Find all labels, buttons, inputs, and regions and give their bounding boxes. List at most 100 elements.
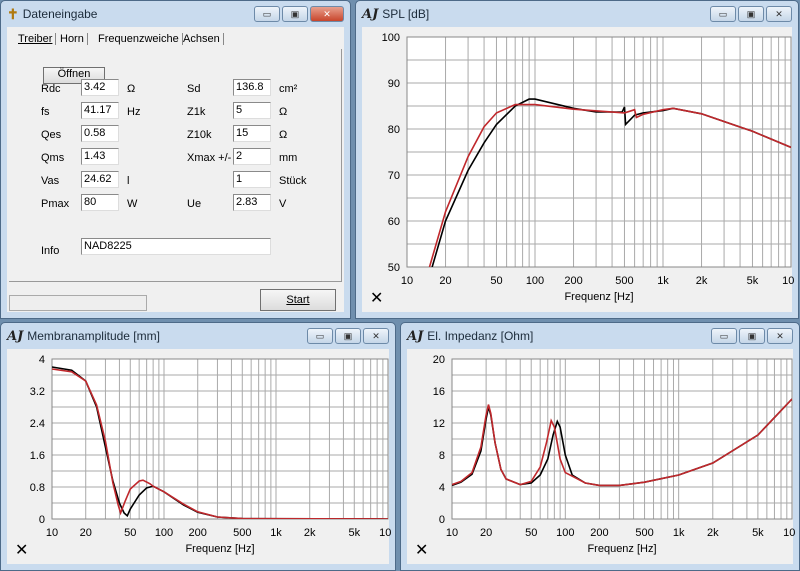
x-axis-label: Frequenz [Hz]: [564, 291, 633, 303]
field-input[interactable]: 0.58: [81, 125, 119, 142]
maximize-button[interactable]: ▣: [739, 328, 765, 344]
input-window: ✝ Dateneingabe ▭ ▣ ✕ Treiber Horn Freque…: [0, 0, 351, 319]
x-tick-label: 500: [635, 527, 653, 539]
chart-title: Membranamplitude [mm]: [27, 329, 160, 343]
x-tick-label: 2k: [696, 275, 708, 287]
field-label: Pmax: [41, 198, 70, 210]
x-tick-label: 1k: [673, 527, 685, 539]
form-body: Treiber Horn Frequenzweiche Achsen Öffne…: [7, 27, 344, 312]
membrane-window: AJ Membranamplitude [mm] ▭ ▣ ✕ 0 0.8 1.6 2.4 3.…: [0, 322, 397, 571]
field-label: Qms: [41, 152, 65, 164]
y-tick-label: 50: [388, 262, 400, 274]
x-tick-label: 10k: [379, 527, 391, 539]
x-tick-label: 5k: [348, 527, 360, 539]
minimize-button[interactable]: ▭: [307, 328, 333, 344]
chart-title: SPL [dB]: [382, 7, 430, 21]
field-input[interactable]: 136.8: [233, 79, 271, 96]
field-label: fs: [41, 106, 50, 118]
x-tick-label: 20: [480, 527, 492, 539]
minimize-button[interactable]: ▭: [254, 6, 280, 22]
x-tick-label: 10: [46, 527, 58, 539]
close-cursor-icon[interactable]: ✕: [415, 540, 428, 560]
y-tick-label: 1.6: [30, 450, 45, 462]
y-tick-label: 4: [439, 482, 445, 494]
tab-frequenzweiche[interactable]: Frequenzweiche: [95, 33, 183, 45]
x-axis-label: Frequenz [Hz]: [185, 543, 254, 555]
field-label: Qes: [41, 129, 62, 141]
y-tick-label: 3.2: [30, 386, 45, 398]
field-label: Ue: [187, 198, 202, 210]
field-label: Sd: [187, 83, 201, 95]
x-tick-label: 500: [615, 275, 633, 287]
aj-logo-icon: AJ: [362, 6, 379, 22]
x-tick-label: 100: [155, 527, 173, 539]
x-tick-label: 100: [556, 527, 574, 539]
x-tick-label: 200: [564, 275, 582, 287]
maximize-button[interactable]: ▣: [738, 6, 764, 22]
x-tick-label: 10k: [782, 275, 794, 287]
y-tick-label: 0: [439, 514, 445, 526]
x-tick-label: 10: [446, 527, 458, 539]
y-tick-label: 70: [388, 170, 400, 182]
close-button[interactable]: ✕: [363, 328, 389, 344]
close-button[interactable]: ✕: [767, 328, 793, 344]
x-tick-label: 200: [590, 527, 608, 539]
x-axis-label: Frequenz [Hz]: [587, 543, 656, 555]
field-label: Xmax +/-: [187, 152, 232, 164]
minimize-button[interactable]: ▭: [710, 6, 736, 22]
field-input[interactable]: 1.43: [81, 148, 119, 165]
impedance-window: AJ El. Impedanz [Ohm] ▭ ▣ ✕ 0 4 8 12 16 20 10 20 50…: [400, 322, 800, 571]
field-unit: l: [127, 175, 130, 187]
field-unit: Hz: [127, 106, 141, 118]
info-field[interactable]: NAD8225: [81, 238, 271, 255]
y-tick-label: 0.8: [30, 482, 45, 494]
field-unit: cm²: [279, 83, 298, 95]
field-label: Rdc: [41, 83, 61, 95]
title-bar[interactable]: AJ El. Impedanz [Ohm] ▭ ▣ ✕: [401, 323, 799, 349]
spl-window: AJ SPL [dB] ▭ ▣ ✕ 50 60 70 80 90 100 10 20 50 100 200…: [355, 0, 800, 319]
field-label: Z10k: [187, 129, 212, 141]
close-button[interactable]: ✕: [310, 6, 344, 22]
x-tick-label: 100: [526, 275, 544, 287]
spl-chart: 50 60 70 80 90 100 10 20 50 100 200 500 1k 2k 5k 10k Fre…: [382, 32, 800, 303]
maximize-button[interactable]: ▣: [335, 328, 361, 344]
close-button[interactable]: ✕: [766, 6, 792, 22]
y-tick-label: 4: [39, 354, 45, 366]
field-input[interactable]: 1: [233, 171, 271, 188]
field-unit: Ω: [279, 129, 288, 141]
field-input[interactable]: 15: [233, 125, 271, 142]
field-input[interactable]: 80: [81, 194, 119, 211]
field-input[interactable]: 24.62: [81, 171, 119, 188]
tab-achsen[interactable]: Achsen: [180, 33, 224, 45]
field-label: Vas: [41, 175, 60, 187]
aj-logo-icon: AJ: [7, 328, 24, 344]
tab-horn[interactable]: Horn: [57, 33, 88, 45]
field-input[interactable]: 2: [233, 148, 271, 165]
field-input[interactable]: 2.83: [233, 194, 271, 211]
x-tick-label: 20: [439, 275, 451, 287]
progress-bar: [9, 295, 147, 311]
start-button[interactable]: Start: [260, 289, 336, 311]
field-unit: W: [127, 198, 138, 210]
x-tick-label: 50: [490, 275, 502, 287]
y-tick-label: 16: [433, 386, 445, 398]
x-tick-label: 2k: [707, 527, 719, 539]
field-input[interactable]: 3.42: [81, 79, 119, 96]
y-tick-label: 20: [433, 354, 445, 366]
x-tick-label: 50: [124, 527, 136, 539]
title-bar[interactable]: AJ Membranamplitude [mm] ▭ ▣ ✕: [1, 323, 395, 349]
tab-treiber[interactable]: Treiber: [15, 33, 57, 45]
close-cursor-icon[interactable]: ✕: [15, 540, 28, 560]
info-label: Info: [41, 245, 60, 257]
title-bar[interactable]: ✝ Dateneingabe ▭ ▣ ✕: [1, 1, 350, 27]
maximize-button[interactable]: ▣: [282, 6, 308, 22]
y-tick-label: 0: [39, 514, 45, 526]
field-input[interactable]: 5: [233, 102, 271, 119]
minimize-button[interactable]: ▭: [711, 328, 737, 344]
title-bar[interactable]: AJ SPL [dB] ▭ ▣ ✕: [356, 1, 798, 27]
field-unit: Ω: [279, 106, 288, 118]
field-input[interactable]: 41.17: [81, 102, 119, 119]
x-tick-label: 5k: [752, 527, 764, 539]
x-tick-label: 10k: [783, 527, 795, 539]
close-cursor-icon[interactable]: ✕: [370, 288, 383, 308]
